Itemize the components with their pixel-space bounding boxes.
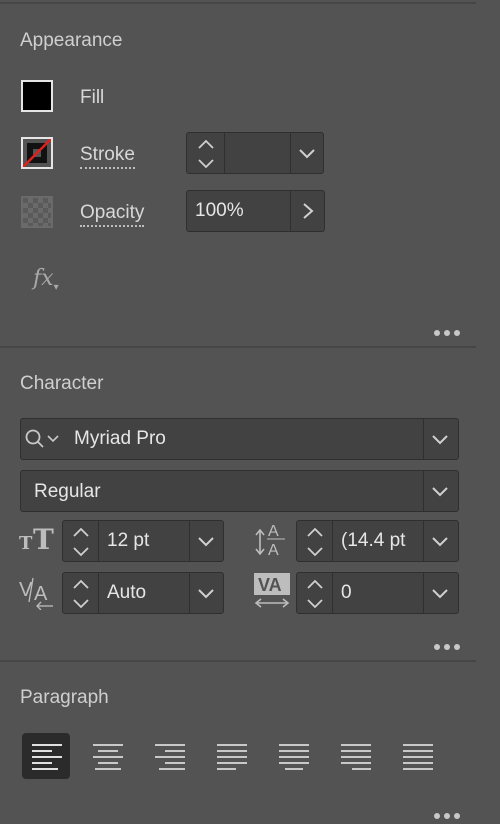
font-size-icon: TT xyxy=(19,523,54,556)
fx-label: fx xyxy=(33,266,54,291)
chevron-down-icon[interactable] xyxy=(196,587,216,601)
leading-stepper-icon[interactable] xyxy=(302,524,328,560)
paragraph-title: Paragraph xyxy=(20,687,109,708)
svg-text:A: A xyxy=(34,583,48,605)
leading-value[interactable]: (14.4 pt xyxy=(341,530,405,552)
kerning-stepper-icon[interactable] xyxy=(68,576,94,612)
font-size-field[interactable]: 12 pt xyxy=(62,520,224,562)
chevron-down-icon[interactable] xyxy=(430,485,450,499)
chevron-right-icon[interactable] xyxy=(300,202,316,220)
search-icon[interactable] xyxy=(24,428,64,452)
align-left-button[interactable] xyxy=(22,733,70,779)
align-right-button[interactable] xyxy=(146,733,194,779)
font-family-value[interactable]: Myriad Pro xyxy=(74,428,166,450)
chevron-down-icon[interactable] xyxy=(297,147,317,161)
tracking-value[interactable]: 0 xyxy=(341,582,352,604)
justify-left-button[interactable] xyxy=(208,733,256,779)
justify-all-button[interactable] xyxy=(394,733,442,779)
justify-all-icon xyxy=(403,744,433,770)
tracking-stepper-icon[interactable] xyxy=(302,576,328,612)
justify-center-button[interactable] xyxy=(270,733,318,779)
opacity-swatch[interactable] xyxy=(21,196,53,228)
tracking-field[interactable]: 0 xyxy=(296,572,459,614)
align-center-icon xyxy=(93,744,123,770)
svg-text:VA: VA xyxy=(258,575,282,595)
font-size-value[interactable]: 12 pt xyxy=(107,530,149,552)
kerning-field[interactable]: Auto xyxy=(62,572,224,614)
font-size-stepper-icon[interactable] xyxy=(68,524,94,560)
font-style-value[interactable]: Regular xyxy=(34,481,101,503)
opacity-label[interactable]: Opacity xyxy=(80,202,145,227)
more-options-icon[interactable] xyxy=(434,806,466,819)
character-title: Character xyxy=(20,373,104,394)
align-right-icon xyxy=(155,744,185,770)
chevron-down-icon[interactable] xyxy=(196,535,216,549)
kerning-value[interactable]: Auto xyxy=(107,582,146,604)
align-center-button[interactable] xyxy=(84,733,132,779)
more-options-icon[interactable] xyxy=(434,323,466,336)
stroke-label[interactable]: Stroke xyxy=(80,144,135,169)
font-style-field[interactable]: Regular xyxy=(20,470,459,512)
fill-label: Fill xyxy=(80,87,105,108)
justify-center-icon xyxy=(279,744,309,770)
leading-field[interactable]: (14.4 pt xyxy=(296,520,459,562)
stroke-swatch[interactable] xyxy=(21,137,53,169)
kerning-icon: V A xyxy=(19,577,53,610)
stroke-stepper-icon[interactable] xyxy=(193,136,219,172)
appearance-divider xyxy=(0,346,476,348)
stroke-weight-field[interactable] xyxy=(186,132,324,174)
justify-left-icon xyxy=(217,744,247,770)
svg-text:A: A xyxy=(268,542,279,559)
more-options-icon[interactable] xyxy=(434,637,466,650)
fx-icon[interactable]: fx▾ xyxy=(33,266,59,293)
chevron-down-icon[interactable] xyxy=(430,535,450,549)
align-left-icon xyxy=(32,744,62,770)
justify-right-icon xyxy=(341,744,371,770)
top-divider xyxy=(0,2,476,4)
tracking-icon: VA xyxy=(254,573,290,608)
chevron-down-icon[interactable] xyxy=(430,587,450,601)
leading-icon: A A xyxy=(255,523,285,559)
svg-text:A: A xyxy=(268,523,279,540)
character-divider xyxy=(0,660,476,662)
justify-right-button[interactable] xyxy=(332,733,380,779)
opacity-value[interactable]: 100% xyxy=(195,200,244,222)
opacity-field[interactable]: 100% xyxy=(186,190,325,232)
chevron-down-icon[interactable] xyxy=(430,433,450,447)
font-family-field[interactable]: Myriad Pro xyxy=(20,418,459,460)
appearance-title: Appearance xyxy=(20,30,123,51)
fill-swatch[interactable] xyxy=(21,80,53,112)
